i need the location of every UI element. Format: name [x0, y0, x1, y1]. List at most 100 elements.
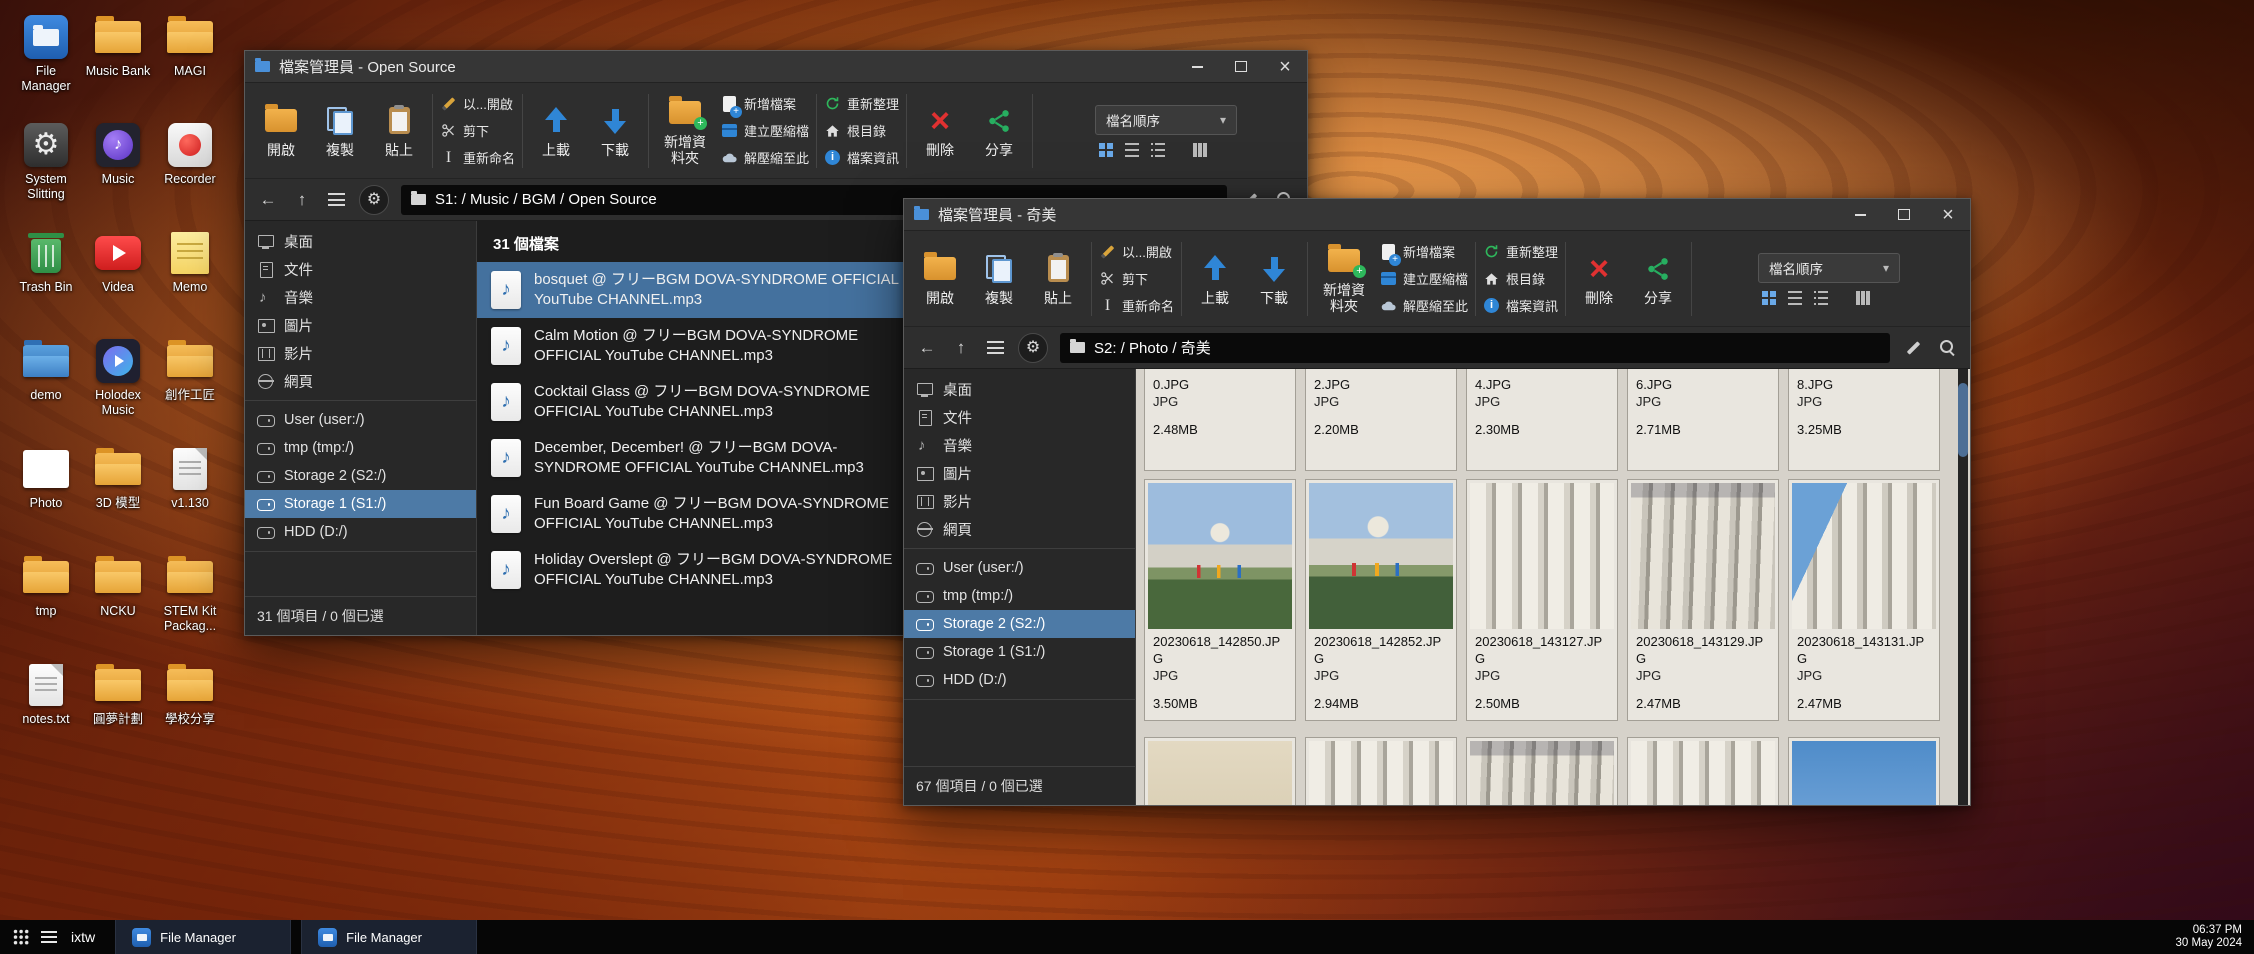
desktop-icon-photo[interactable]: Photo: [10, 444, 82, 552]
refresh-button[interactable]: 重新整理: [824, 92, 899, 116]
scrollbar-thumb[interactable]: [1958, 383, 1968, 457]
sidebar-item-music[interactable]: 音樂: [904, 431, 1135, 459]
desktop-icon-holodex-music[interactable]: Holodex Music: [82, 336, 154, 444]
view-details-icon[interactable]: [1814, 291, 1828, 305]
sidebar-item-documents[interactable]: 文件: [245, 255, 476, 283]
photo-tile[interactable]: 4.JPG JPG 2.30MB: [1466, 369, 1618, 471]
back-button[interactable]: [916, 337, 938, 359]
clock[interactable]: 06:37 PM 30 May 2024: [2176, 924, 2254, 951]
sidebar-item-user-drive[interactable]: User (user:/): [245, 406, 476, 434]
sidebar-item-documents[interactable]: 文件: [904, 403, 1135, 431]
view-grid-icon[interactable]: [1762, 291, 1776, 305]
create-archive-button[interactable]: 建立壓縮檔: [721, 119, 809, 143]
maximize-button[interactable]: [1219, 51, 1263, 82]
sidebar-item-hdd[interactable]: HDD (D:/): [245, 518, 476, 546]
titlebar[interactable]: 檔案管理員 - Open Source: [245, 51, 1307, 83]
desktop-icon-v1130[interactable]: v1.130: [154, 444, 226, 552]
desktop-icon-3d-models[interactable]: 3D 模型: [82, 444, 154, 552]
photo-tile[interactable]: 8.JPG JPG 3.25MB: [1788, 369, 1940, 471]
sidebar-item-videos[interactable]: 影片: [904, 487, 1135, 515]
photo-tile[interactable]: 20230618_143127.JPG JPG 2.50MB: [1466, 479, 1618, 721]
view-grid-icon[interactable]: [1099, 143, 1113, 157]
sidebar-item-storage1[interactable]: Storage 1 (S1:/): [904, 638, 1135, 666]
root-button[interactable]: 根目錄: [1483, 267, 1558, 291]
paste-button[interactable]: 貼上: [1032, 250, 1084, 308]
settings-button[interactable]: [359, 185, 389, 215]
new-file-button[interactable]: 新增檔案: [1380, 240, 1468, 264]
sidebar-item-storage1[interactable]: Storage 1 (S1:/): [245, 490, 476, 518]
sidebar-item-videos[interactable]: 影片: [245, 339, 476, 367]
desktop-icon-music-bank[interactable]: Music Bank: [82, 12, 154, 120]
paste-button[interactable]: 貼上: [373, 102, 425, 160]
task-list-icon[interactable]: [41, 931, 57, 943]
upload-button[interactable]: 上載: [530, 102, 582, 160]
download-button[interactable]: 下載: [1248, 250, 1300, 308]
photo-tile[interactable]: 20230618_142850.JPG JPG 3.50MB: [1144, 479, 1296, 721]
open-with-button[interactable]: 以...開啟: [1099, 240, 1174, 264]
view-list-icon[interactable]: [1125, 143, 1139, 157]
desktop-icon-school-share[interactable]: 學校分享: [154, 660, 226, 768]
photo-tile[interactable]: [1627, 737, 1779, 805]
photo-tile[interactable]: 2.JPG JPG 2.20MB: [1305, 369, 1457, 471]
sidebar-item-user-drive[interactable]: User (user:/): [904, 554, 1135, 582]
close-button[interactable]: [1926, 199, 1970, 230]
sort-order-dropdown[interactable]: 檔名順序: [1758, 253, 1900, 283]
cut-button[interactable]: 剪下: [440, 119, 515, 143]
menu-button[interactable]: [325, 189, 347, 211]
scrollbar[interactable]: [1958, 369, 1968, 805]
sort-order-dropdown[interactable]: 檔名順序: [1095, 105, 1237, 135]
sidebar-item-tmp-drive[interactable]: tmp (tmp:/): [245, 434, 476, 462]
settings-button[interactable]: [1018, 333, 1048, 363]
file-info-button[interactable]: 檔案資訊: [824, 146, 899, 170]
desktop-icon-system-slitting[interactable]: System Slitting: [10, 120, 82, 228]
desktop-icon-tmp[interactable]: tmp: [10, 552, 82, 660]
upload-button[interactable]: 上載: [1189, 250, 1241, 308]
photo-tile[interactable]: [1788, 737, 1940, 805]
minimize-button[interactable]: [1838, 199, 1882, 230]
up-button[interactable]: [291, 189, 313, 211]
desktop-icon-trash-bin[interactable]: Trash Bin: [10, 228, 82, 336]
taskbar-task-file-manager-2[interactable]: File Manager: [301, 920, 477, 954]
extract-here-button[interactable]: 解壓縮至此: [721, 146, 809, 170]
desktop-icon-creator[interactable]: 創作工匠: [154, 336, 226, 444]
sidebar-item-pictures[interactable]: 圖片: [904, 459, 1135, 487]
desktop-icon-dream-plan[interactable]: 圓夢計劃: [82, 660, 154, 768]
photo-tile[interactable]: [1305, 737, 1457, 805]
root-button[interactable]: 根目錄: [824, 119, 899, 143]
open-with-button[interactable]: 以...開啟: [440, 92, 515, 116]
copy-button[interactable]: 複製: [973, 250, 1025, 308]
extract-here-button[interactable]: 解壓縮至此: [1380, 294, 1468, 318]
ime-indicator[interactable]: ixtw: [71, 929, 95, 945]
desktop-icon-file-manager[interactable]: File Manager: [10, 12, 82, 120]
menu-button[interactable]: [984, 337, 1006, 359]
close-button[interactable]: [1263, 51, 1307, 82]
new-folder-button[interactable]: 新增資料夾: [1315, 242, 1373, 316]
taskbar-task-file-manager-1[interactable]: File Manager: [115, 920, 291, 954]
desktop-icon-recorder[interactable]: Recorder: [154, 120, 226, 228]
view-list-icon[interactable]: [1788, 291, 1802, 305]
desktop-icon-notes-txt[interactable]: notes.txt: [10, 660, 82, 768]
photo-tile[interactable]: 20230618_142852.JPG JPG 2.94MB: [1305, 479, 1457, 721]
desktop-icon-videa[interactable]: Videa: [82, 228, 154, 336]
new-folder-button[interactable]: 新增資料夾: [656, 94, 714, 168]
sidebar-item-desktop[interactable]: 桌面: [245, 227, 476, 255]
sidebar-item-music[interactable]: 音樂: [245, 283, 476, 311]
cut-button[interactable]: 剪下: [1099, 267, 1174, 291]
minimize-button[interactable]: [1175, 51, 1219, 82]
maximize-button[interactable]: [1882, 199, 1926, 230]
share-button[interactable]: 分享: [1632, 250, 1684, 308]
sidebar-item-web[interactable]: 網頁: [245, 367, 476, 395]
photo-tile[interactable]: [1466, 737, 1618, 805]
sidebar-item-pictures[interactable]: 圖片: [245, 311, 476, 339]
search-button[interactable]: [1936, 337, 1958, 359]
photo-tile[interactable]: 0.JPG JPG 2.48MB: [1144, 369, 1296, 471]
create-archive-button[interactable]: 建立壓縮檔: [1380, 267, 1468, 291]
delete-button[interactable]: 刪除: [1573, 250, 1625, 308]
app-launcher-icon[interactable]: [13, 929, 29, 945]
copy-button[interactable]: 複製: [314, 102, 366, 160]
sidebar-item-desktop[interactable]: 桌面: [904, 375, 1135, 403]
titlebar[interactable]: 檔案管理員 - 奇美: [904, 199, 1970, 231]
refresh-button[interactable]: 重新整理: [1483, 240, 1558, 264]
desktop-icon-ncku[interactable]: NCKU: [82, 552, 154, 660]
sidebar-item-web[interactable]: 網頁: [904, 515, 1135, 543]
